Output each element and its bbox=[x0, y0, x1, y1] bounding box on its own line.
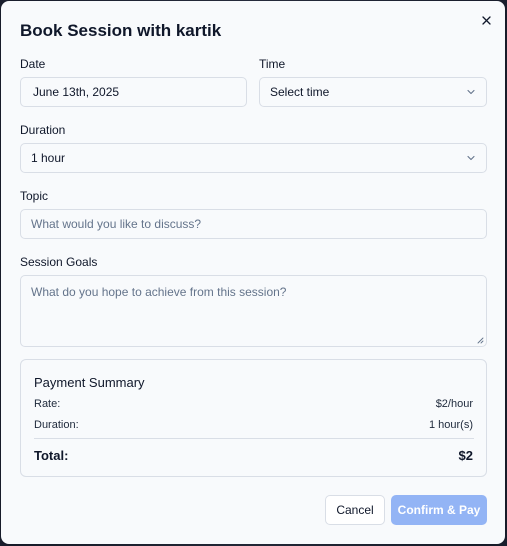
duration-label: Duration bbox=[20, 123, 66, 137]
duration-value: 1 hour bbox=[31, 151, 66, 165]
summary-duration-value: 1 hour(s) bbox=[428, 419, 473, 431]
topic-placeholder: What would you like to discuss? bbox=[31, 217, 202, 231]
summary-duration-label: Duration: bbox=[34, 419, 79, 431]
time-label: Time bbox=[259, 57, 286, 71]
session-goals-label: Session Goals bbox=[20, 255, 98, 269]
cancel-button[interactable]: Cancel bbox=[325, 495, 385, 525]
total-label: Total: bbox=[34, 448, 69, 463]
session-goals-textarea[interactable]: What do you hope to achieve from this se… bbox=[20, 275, 487, 347]
total-value: $2 bbox=[458, 448, 473, 463]
summary-divider bbox=[34, 438, 474, 439]
time-value: Select time bbox=[270, 85, 330, 99]
payment-summary: Payment Summary Rate: $2/hour Duration: … bbox=[20, 359, 487, 477]
date-picker[interactable]: June 13th, 2025 bbox=[20, 77, 247, 107]
topic-input[interactable]: What would you like to discuss? bbox=[20, 209, 487, 239]
dialog-title: Book Session with kartik bbox=[20, 21, 222, 40]
rate-label: Rate: bbox=[34, 398, 61, 410]
topic-label: Topic bbox=[20, 189, 49, 203]
duration-select[interactable]: 1 hour bbox=[20, 143, 487, 173]
close-button[interactable] bbox=[478, 12, 494, 28]
payment-summary-title: Payment Summary bbox=[34, 375, 145, 390]
date-label: Date bbox=[20, 57, 46, 71]
close-icon bbox=[481, 15, 491, 25]
book-session-dialog: Book Session with kartik Date June 13th,… bbox=[1, 1, 505, 544]
rate-value: $2/hour bbox=[435, 398, 473, 410]
chevron-down-icon bbox=[467, 155, 475, 161]
resize-handle-icon[interactable] bbox=[476, 336, 484, 344]
time-select[interactable]: Select time bbox=[259, 77, 487, 107]
chevron-down-icon bbox=[467, 89, 475, 95]
date-value: June 13th, 2025 bbox=[33, 85, 120, 99]
confirm-pay-button[interactable]: Confirm & Pay bbox=[391, 495, 487, 525]
session-goals-placeholder: What do you hope to achieve from this se… bbox=[31, 285, 287, 299]
